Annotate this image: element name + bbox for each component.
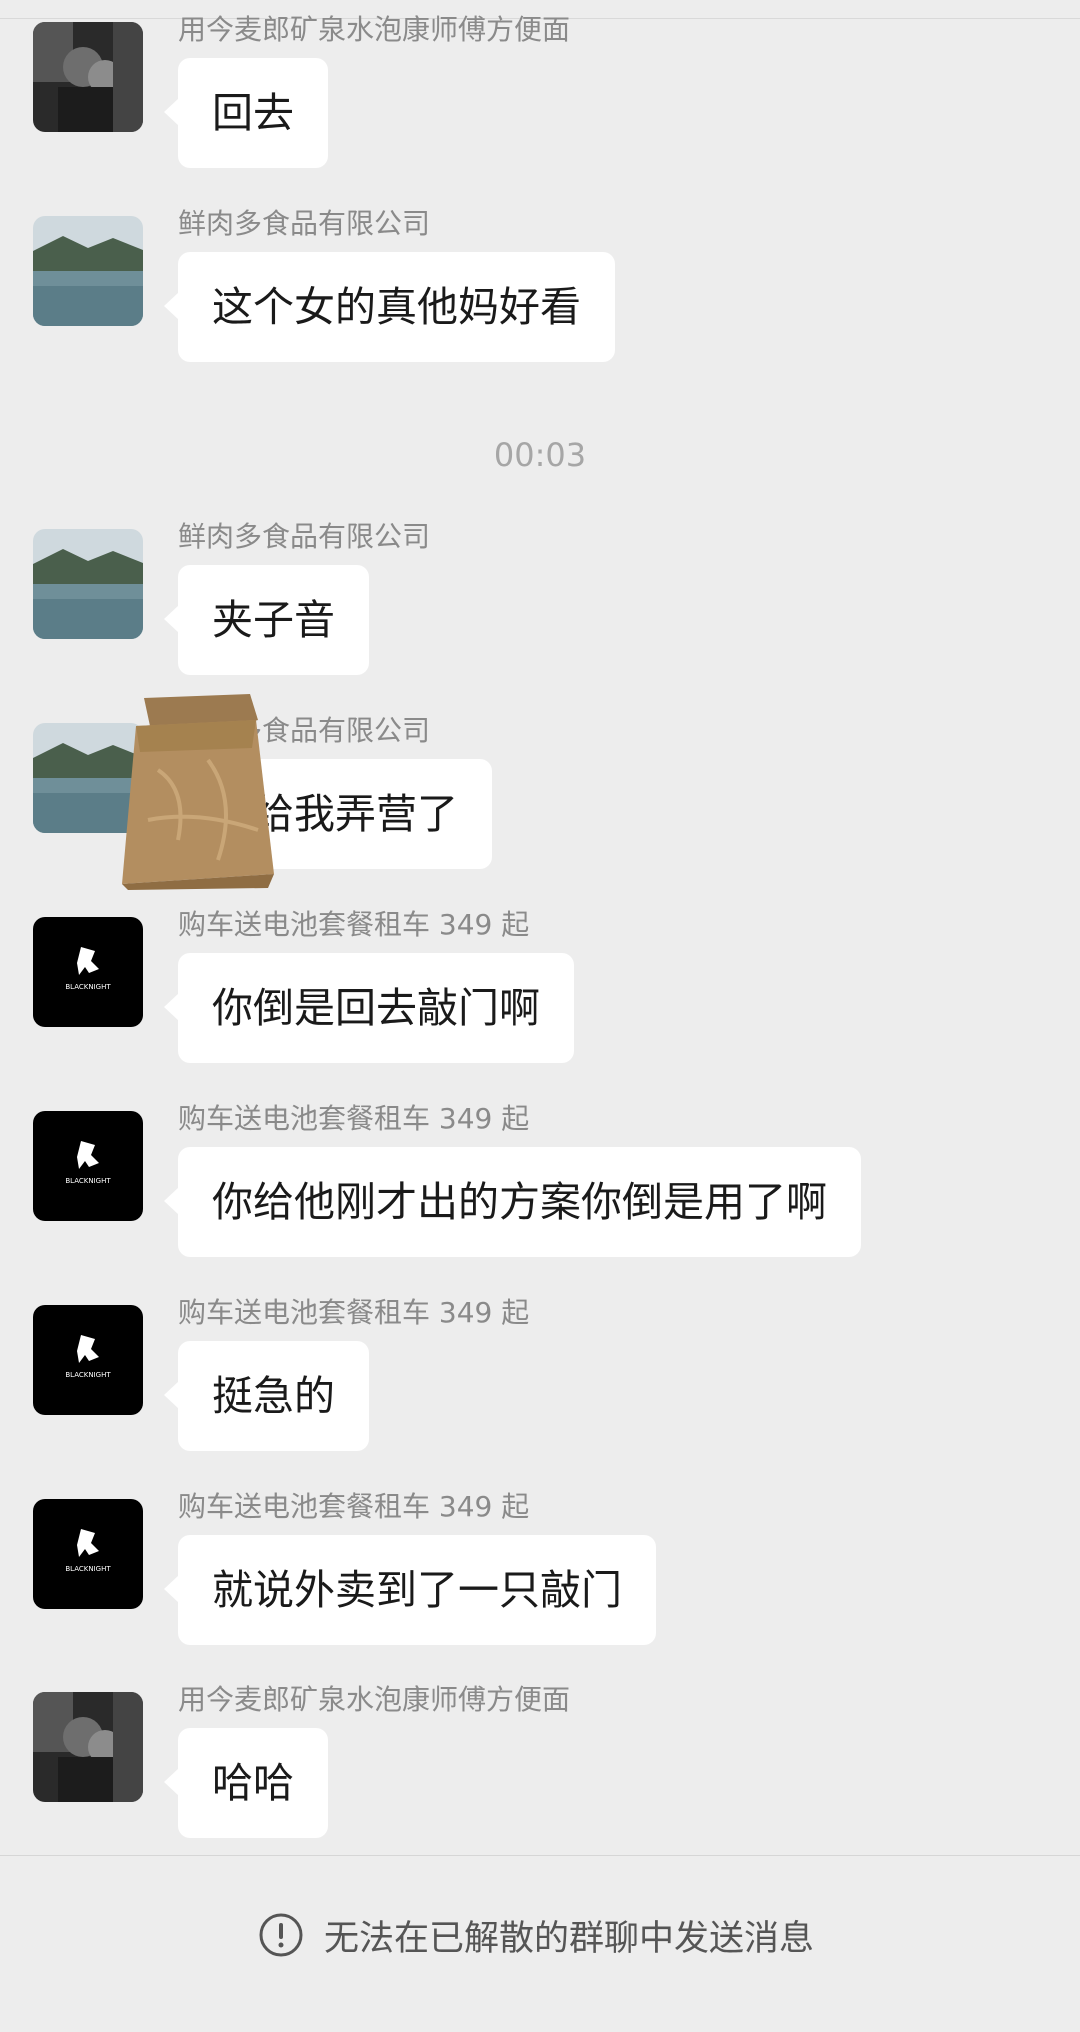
blackknight-logo-avatar[interactable]: BLACKNIGHT bbox=[33, 917, 143, 1027]
svg-text:BLACKNIGHT: BLACKNIGHT bbox=[65, 983, 111, 991]
input-disabled-footer: 无法在已解散的群聊中发送消息 bbox=[0, 1855, 1080, 2032]
message-timestamp: 00:03 bbox=[493, 436, 587, 474]
lake-landscape-avatar[interactable] bbox=[33, 216, 143, 326]
sender-name: 鲜肉多食品有限公司 bbox=[178, 207, 431, 240]
disbanded-group-notice: 无法在已解散的群聊中发送消息 bbox=[258, 1910, 814, 1960]
message-bubble[interactable]: 挺急的 bbox=[164, 1341, 369, 1451]
blackknight-logo-avatar[interactable]: BLACKNIGHT bbox=[33, 1111, 143, 1221]
sender-name: 鲜肉多食品有限公司 bbox=[178, 520, 431, 553]
svg-text:BLACKNIGHT: BLACKNIGHT bbox=[65, 1177, 111, 1185]
sender-name: 用今麦郎矿泉水泡康师傅方便面 bbox=[178, 1683, 571, 1716]
message-bubble[interactable]: 就说外卖到了一只敲门 bbox=[164, 1535, 656, 1645]
blackknight-logo-avatar[interactable]: BLACKNIGHT bbox=[33, 1305, 143, 1415]
sender-name: 购车送电池套餐租车 349 起 bbox=[178, 1490, 530, 1523]
paper-bag-sticker bbox=[118, 690, 278, 890]
sender-name: 购车送电池套餐租车 349 起 bbox=[178, 908, 530, 941]
message-bubble[interactable]: 你倒是回去敲门啊 bbox=[164, 953, 574, 1063]
message-bubble[interactable]: 哈哈 bbox=[164, 1728, 328, 1838]
blackknight-logo-avatar[interactable]: BLACKNIGHT bbox=[33, 1499, 143, 1609]
svg-text:BLACKNIGHT: BLACKNIGHT bbox=[65, 1371, 111, 1379]
message-bubble[interactable]: 夹子音 bbox=[164, 565, 369, 675]
message-bubble[interactable]: 回去 bbox=[164, 58, 328, 168]
couple-photo-avatar[interactable] bbox=[33, 1692, 143, 1802]
sender-name: 用今麦郎矿泉水泡康师傅方便面 bbox=[178, 13, 571, 46]
couple-photo-avatar[interactable] bbox=[33, 22, 143, 132]
notice-text: 无法在已解散的群聊中发送消息 bbox=[324, 1918, 815, 1959]
message-bubble[interactable]: 这个女的真他妈好看 bbox=[164, 252, 615, 362]
chat-message-list[interactable]: 用今麦郎矿泉水泡康师傅方便面 回去 鲜肉多食品有限公司 这个女的真他妈好看 00… bbox=[0, 0, 1080, 1855]
message-bubble[interactable]: 你给他刚才出的方案你倒是用了啊 bbox=[164, 1147, 861, 1257]
sender-name: 购车送电池套餐租车 349 起 bbox=[178, 1102, 530, 1135]
svg-text:BLACKNIGHT: BLACKNIGHT bbox=[65, 1565, 111, 1573]
lake-landscape-avatar[interactable] bbox=[33, 529, 143, 639]
exclamation-circle-icon bbox=[258, 1912, 304, 1958]
sender-name: 购车送电池套餐租车 349 起 bbox=[178, 1296, 530, 1329]
